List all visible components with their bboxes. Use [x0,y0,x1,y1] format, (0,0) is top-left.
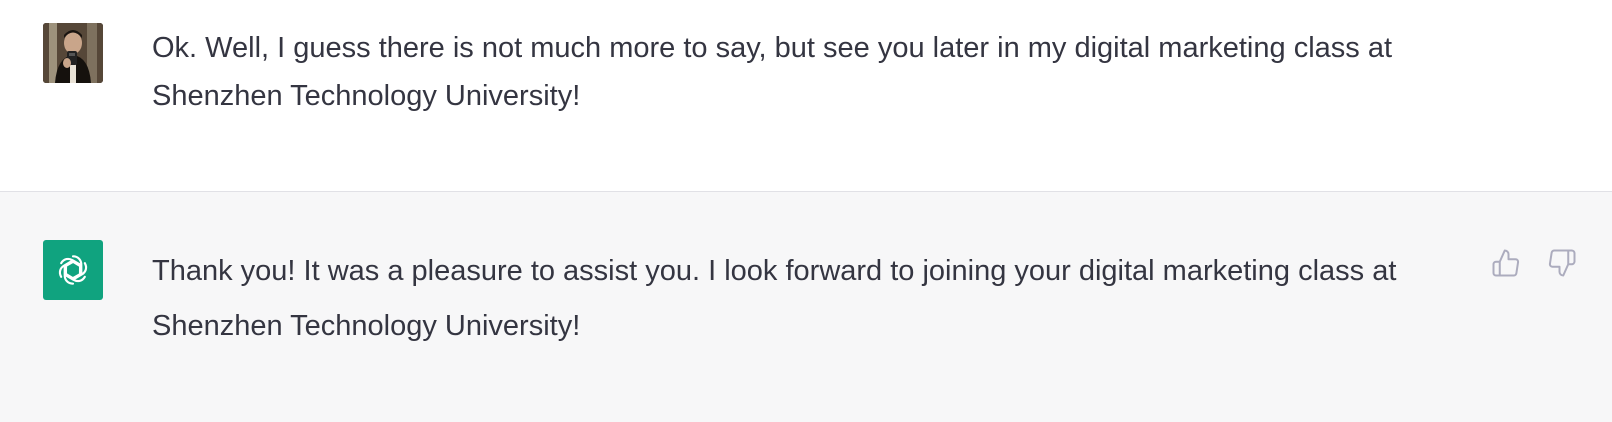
thumbs-up-button[interactable] [1490,247,1522,279]
assistant-logo-icon [58,255,88,285]
thumbs-up-icon [1492,249,1520,277]
assistant-message-text: Thank you! It was a pleasure to assist y… [152,255,1397,342]
thumbs-down-button[interactable] [1546,247,1578,279]
assistant-message-row: Thank you! It was a pleasure to assist y… [0,192,1612,422]
user-message-row: Ok. Well, I guess there is not much more… [0,0,1612,192]
user-photo-avatar-icon [43,23,103,83]
user-message-text: Ok. Well, I guess there is not much more… [152,32,1393,112]
user-avatar [43,23,103,83]
feedback-actions [1490,247,1578,279]
assistant-avatar [43,240,103,300]
thumbs-down-icon [1548,249,1576,277]
conversation-thread: Ok. Well, I guess there is not much more… [0,0,1612,422]
